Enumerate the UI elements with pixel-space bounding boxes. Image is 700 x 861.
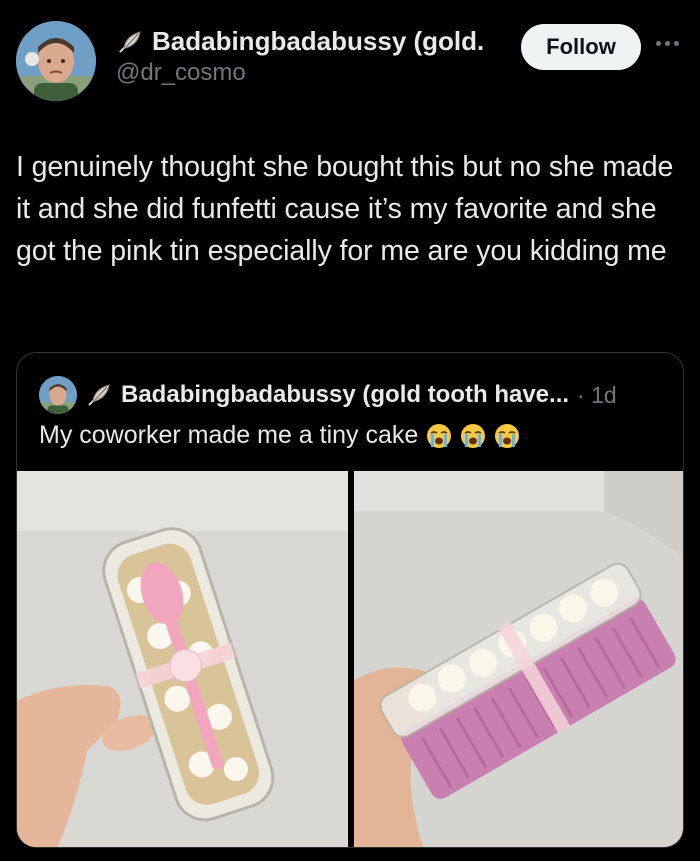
photo-grid <box>17 471 683 847</box>
feather-icon <box>119 30 141 53</box>
loudly-crying-face-icon <box>461 423 486 448</box>
tweet-header: Badabingbadabussy (gold... @dr_cosmo Fol… <box>16 18 684 108</box>
follow-button[interactable]: Follow <box>521 24 641 70</box>
quoted-text-row: My coworker made me a tiny cake <box>39 421 679 450</box>
quoted-avatar <box>39 376 77 414</box>
loudly-crying-face-icon <box>427 423 452 448</box>
quoted-text: My coworker made me a tiny cake <box>39 421 419 449</box>
quoted-display-name: Badabingbadabussy (gold tooth have... <box>121 381 570 408</box>
loudly-crying-face-icon <box>495 423 520 448</box>
feather-icon <box>88 384 110 406</box>
tweet-text: I genuinely thought she bought this but … <box>16 151 674 267</box>
quoted-tweet[interactable]: Badabingbadabussy (gold tooth have... · … <box>16 352 684 848</box>
avatar[interactable] <box>16 21 96 101</box>
cake-top-view-photo[interactable] <box>17 471 348 847</box>
author-display-name[interactable]: Badabingbadabussy (gold... <box>152 26 486 57</box>
author-names: Badabingbadabussy (gold... @dr_cosmo <box>116 26 486 87</box>
quoted-timestamp: · 1d <box>577 381 617 408</box>
author-handle[interactable]: @dr_cosmo <box>116 59 486 87</box>
more-options-icon[interactable] <box>656 38 684 48</box>
cake-side-view-photo[interactable] <box>354 471 683 847</box>
quoted-header: Badabingbadabussy (gold tooth have... · … <box>39 375 679 415</box>
